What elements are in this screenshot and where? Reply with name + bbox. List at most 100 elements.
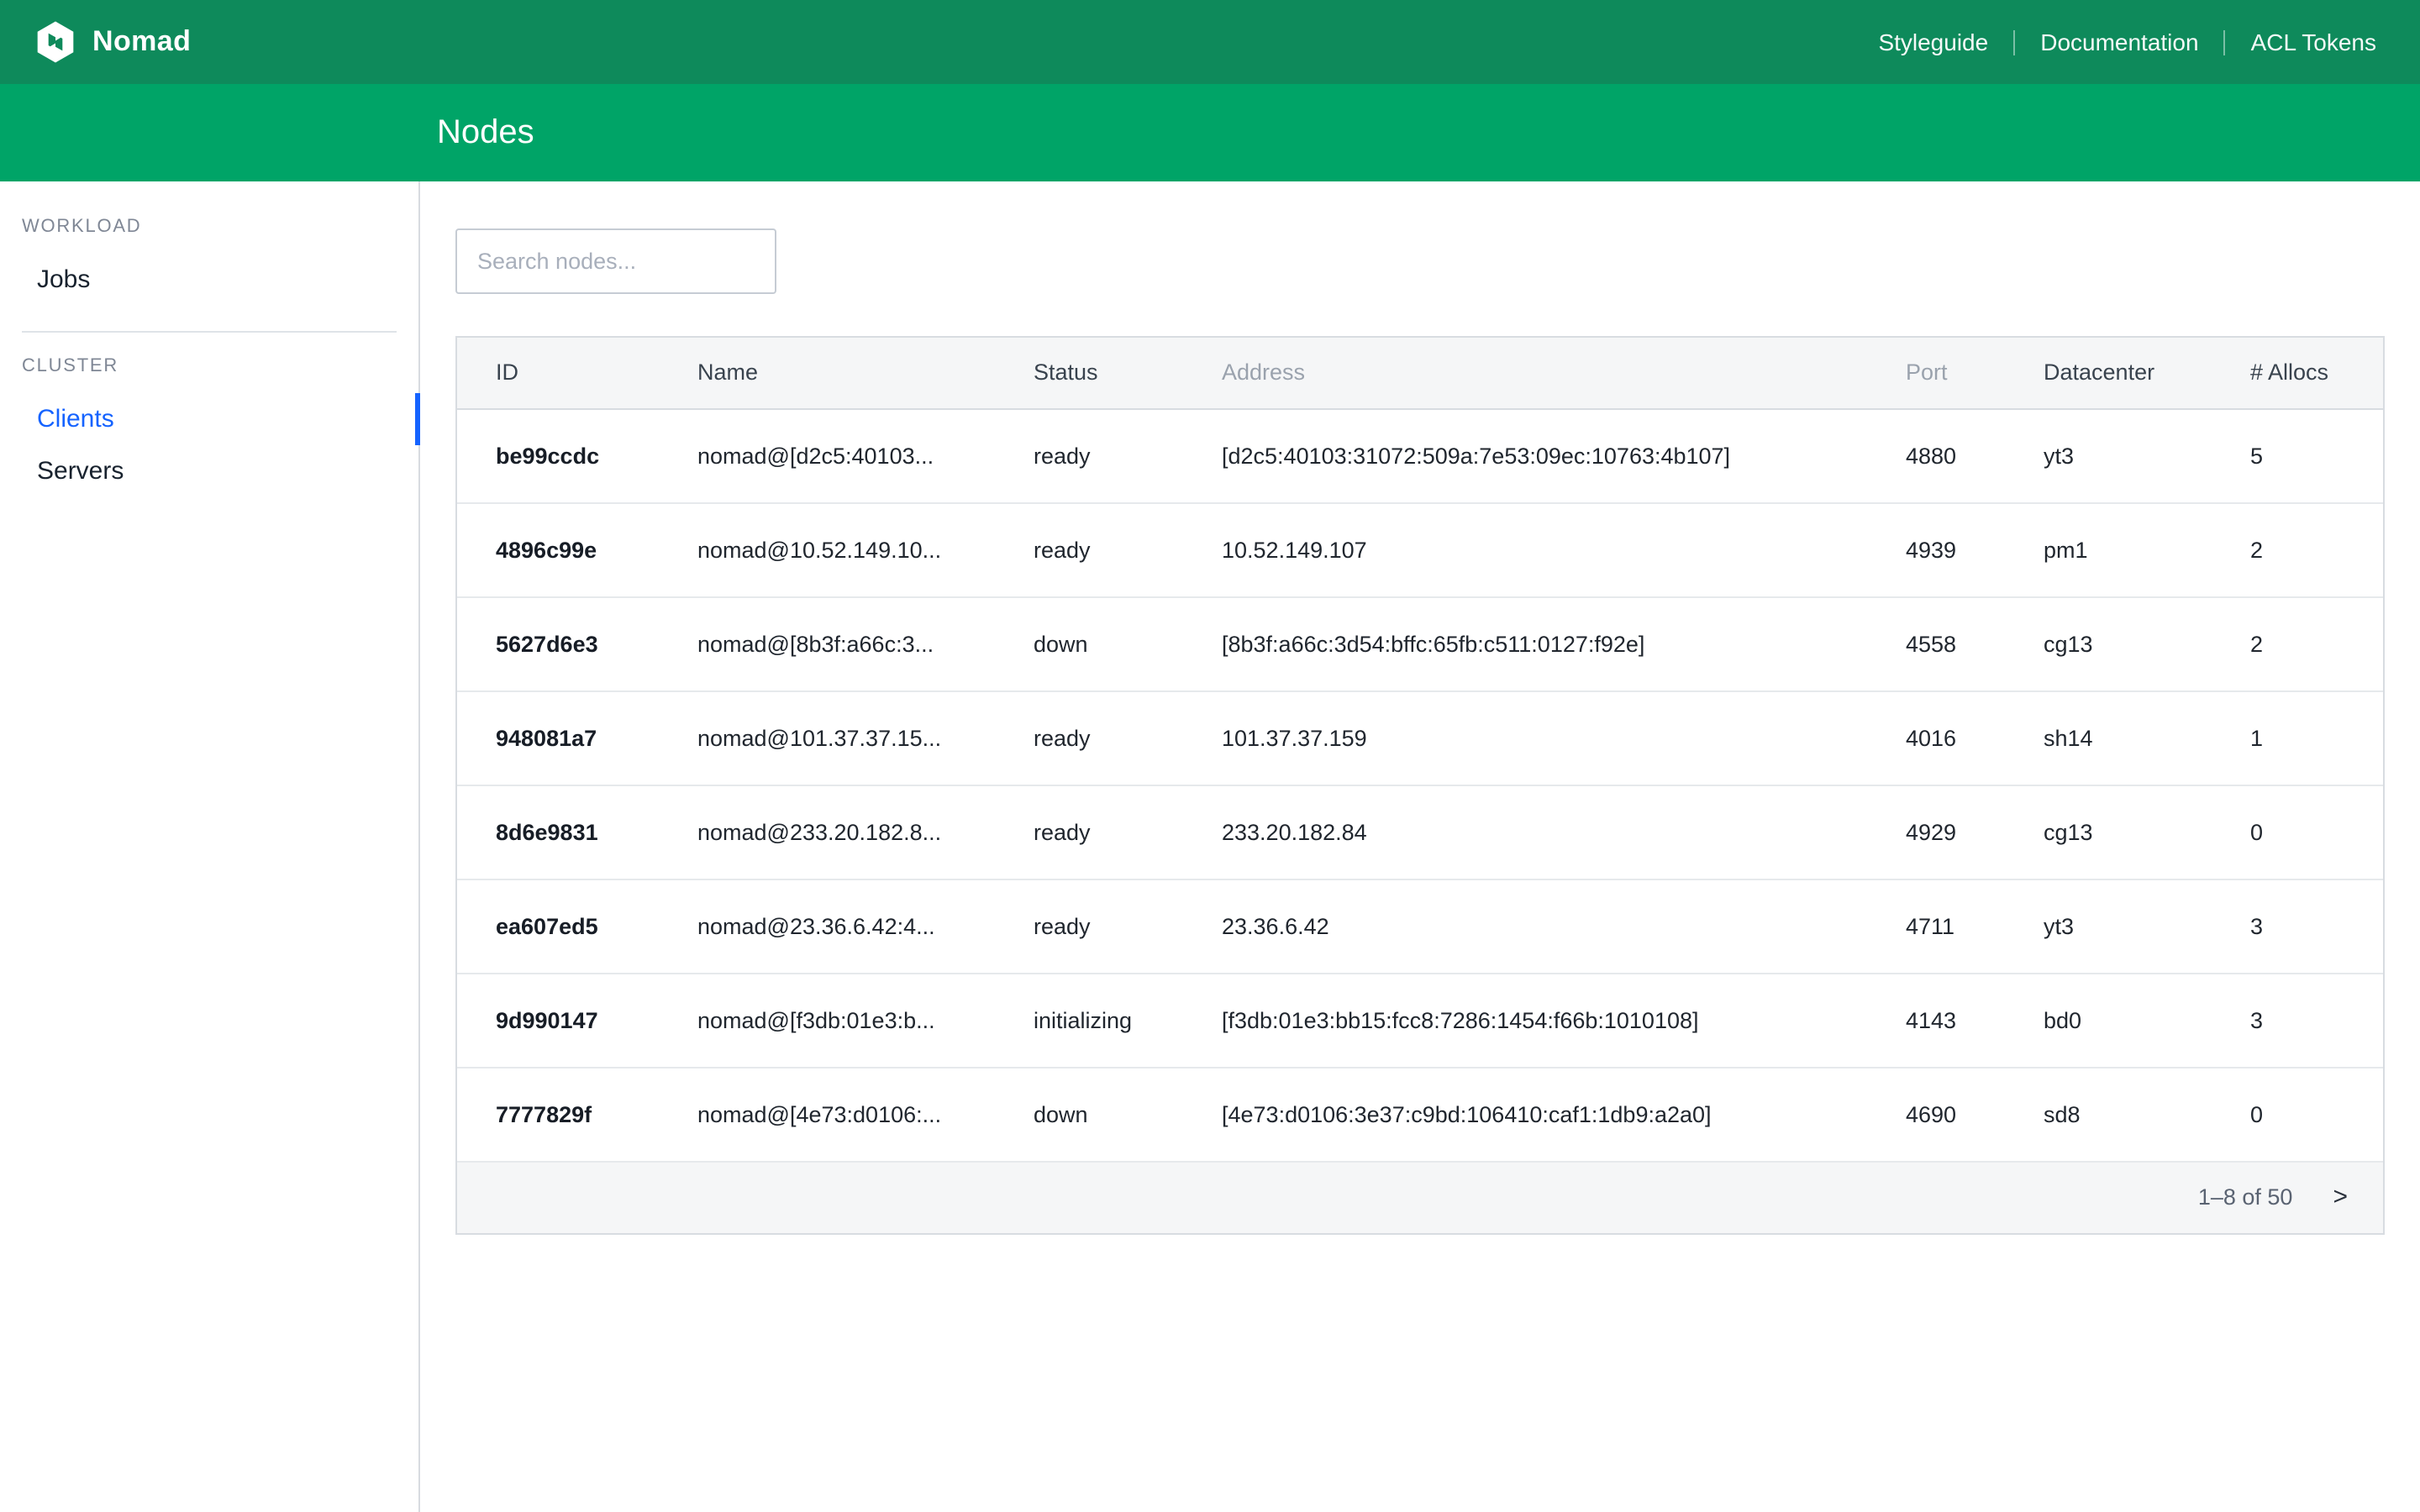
topnav-acl-tokens-link[interactable]: ACL Tokens xyxy=(2251,29,2376,55)
cell-name: nomad@[d2c5:40103... xyxy=(659,408,995,502)
cell-address: [f3db:01e3:bb15:fcc8:7286:1454:f66b:1010… xyxy=(1183,973,1867,1067)
table-header-row: ID Name Status Address Port Datacenter #… xyxy=(457,338,2383,408)
column-header-datacenter[interactable]: Datacenter xyxy=(2005,338,2212,408)
cell-id: 9d990147 xyxy=(457,973,659,1067)
cell-status: initializing xyxy=(995,973,1183,1067)
table-row[interactable]: 7777829f nomad@[4e73:d0106:... down [4e7… xyxy=(457,1067,2383,1161)
cell-id: 948081a7 xyxy=(457,690,659,785)
cell-allocs: 0 xyxy=(2212,785,2383,879)
cell-datacenter: cg13 xyxy=(2005,596,2212,690)
page-header: Nodes xyxy=(0,84,2420,181)
column-header-port: Port xyxy=(1867,338,2005,408)
top-navigation: Styleguide Documentation ACL Tokens xyxy=(1878,29,2376,55)
cell-address: [8b3f:a66c:3d54:bffc:65fb:c511:0127:f92e… xyxy=(1183,596,1867,690)
column-header-address: Address xyxy=(1183,338,1867,408)
cell-status: ready xyxy=(995,879,1183,973)
pagination-bar: 1–8 of 50 > xyxy=(457,1162,2383,1232)
cell-name: nomad@23.36.6.42:4... xyxy=(659,879,995,973)
cell-id: ea607ed5 xyxy=(457,879,659,973)
cell-address: 10.52.149.107 xyxy=(1183,502,1867,596)
sidebar-item-servers[interactable]: Servers xyxy=(0,445,418,497)
cell-datacenter: sh14 xyxy=(2005,690,2212,785)
brand-name: Nomad xyxy=(92,25,191,59)
cell-port: 4690 xyxy=(1867,1067,2005,1161)
cell-name: nomad@10.52.149.10... xyxy=(659,502,995,596)
cell-status: down xyxy=(995,596,1183,690)
table-row[interactable]: 948081a7 nomad@101.37.37.15... ready 101… xyxy=(457,690,2383,785)
nodes-table-container: ID Name Status Address Port Datacenter #… xyxy=(455,336,2385,1234)
cell-id: 4896c99e xyxy=(457,502,659,596)
table-row[interactable]: be99ccdc nomad@[d2c5:40103... ready [d2c… xyxy=(457,408,2383,502)
column-header-id[interactable]: ID xyxy=(457,338,659,408)
cell-port: 4016 xyxy=(1867,690,2005,785)
cell-datacenter: bd0 xyxy=(2005,973,2212,1067)
topnav-divider xyxy=(2224,29,2226,55)
topbar: Nomad Styleguide Documentation ACL Token… xyxy=(0,0,2420,84)
cell-port: 4558 xyxy=(1867,596,2005,690)
topnav-styleguide-link[interactable]: Styleguide xyxy=(1878,29,1988,55)
cell-name: nomad@233.20.182.8... xyxy=(659,785,995,879)
cell-address: 233.20.182.84 xyxy=(1183,785,1867,879)
page-title: Nodes xyxy=(437,113,534,152)
cell-name: nomad@101.37.37.15... xyxy=(659,690,995,785)
cell-datacenter: sd8 xyxy=(2005,1067,2212,1161)
cell-status: ready xyxy=(995,785,1183,879)
topnav-documentation-link[interactable]: Documentation xyxy=(2040,29,2198,55)
column-header-status[interactable]: Status xyxy=(995,338,1183,408)
cell-allocs: 3 xyxy=(2212,973,2383,1067)
cell-id: 5627d6e3 xyxy=(457,596,659,690)
search-input[interactable] xyxy=(455,228,776,294)
topnav-divider xyxy=(2013,29,2015,55)
sidebar-item-jobs[interactable]: Jobs xyxy=(0,254,418,306)
cell-status: ready xyxy=(995,502,1183,596)
cell-status: ready xyxy=(995,690,1183,785)
cell-allocs: 1 xyxy=(2212,690,2383,785)
cell-port: 4711 xyxy=(1867,879,2005,973)
column-header-name[interactable]: Name xyxy=(659,338,995,408)
cell-status: down xyxy=(995,1067,1183,1161)
cell-port: 4929 xyxy=(1867,785,2005,879)
table-row[interactable]: 5627d6e3 nomad@[8b3f:a66c:3... down [8b3… xyxy=(457,596,2383,690)
sidebar: WORKLOAD Jobs CLUSTER Clients Servers xyxy=(0,181,420,1512)
cell-port: 4939 xyxy=(1867,502,2005,596)
cell-datacenter: yt3 xyxy=(2005,879,2212,973)
column-header-allocs[interactable]: # Allocs xyxy=(2212,338,2383,408)
cell-id: be99ccdc xyxy=(457,408,659,502)
cell-datacenter: yt3 xyxy=(2005,408,2212,502)
sidebar-section-workload-label: WORKLOAD xyxy=(0,217,418,237)
cell-allocs: 2 xyxy=(2212,502,2383,596)
cell-port: 4143 xyxy=(1867,973,2005,1067)
table-row[interactable]: 8d6e9831 nomad@233.20.182.8... ready 233… xyxy=(457,785,2383,879)
pagination-range: 1–8 of 50 xyxy=(2198,1184,2293,1210)
cell-id: 7777829f xyxy=(457,1067,659,1161)
cell-id: 8d6e9831 xyxy=(457,785,659,879)
cell-name: nomad@[8b3f:a66c:3... xyxy=(659,596,995,690)
cell-address: [4e73:d0106:3e37:c9bd:106410:caf1:1db9:a… xyxy=(1183,1067,1867,1161)
table-row[interactable]: 9d990147 nomad@[f3db:01e3:b... initializ… xyxy=(457,973,2383,1067)
cell-allocs: 3 xyxy=(2212,879,2383,973)
nomad-app: Nomad Styleguide Documentation ACL Token… xyxy=(0,0,2420,1512)
table-row[interactable]: 4896c99e nomad@10.52.149.10... ready 10.… xyxy=(457,502,2383,596)
cell-address: [d2c5:40103:31072:509a:7e53:09ec:10763:4… xyxy=(1183,408,1867,502)
cell-datacenter: cg13 xyxy=(2005,785,2212,879)
cell-allocs: 5 xyxy=(2212,408,2383,502)
cell-status: ready xyxy=(995,408,1183,502)
sidebar-workload-menu: Jobs xyxy=(0,254,418,306)
cell-allocs: 0 xyxy=(2212,1067,2383,1161)
brand-home-link[interactable]: Nomad xyxy=(34,20,191,64)
table-row[interactable]: ea607ed5 nomad@23.36.6.42:4... ready 23.… xyxy=(457,879,2383,973)
cell-address: 101.37.37.159 xyxy=(1183,690,1867,785)
cell-allocs: 2 xyxy=(2212,596,2383,690)
sidebar-item-clients[interactable]: Clients xyxy=(0,393,418,445)
cell-name: nomad@[4e73:d0106:... xyxy=(659,1067,995,1161)
main-content: ID Name Status Address Port Datacenter #… xyxy=(420,181,2420,1512)
cell-datacenter: pm1 xyxy=(2005,502,2212,596)
sidebar-section-cluster-label: CLUSTER xyxy=(0,356,418,376)
sidebar-cluster-menu: Clients Servers xyxy=(0,393,418,497)
nodes-table: ID Name Status Address Port Datacenter #… xyxy=(457,338,2383,1162)
cell-address: 23.36.6.42 xyxy=(1183,879,1867,973)
nomad-logo-icon xyxy=(34,20,77,64)
next-page-button[interactable]: > xyxy=(2323,1181,2358,1213)
cell-name: nomad@[f3db:01e3:b... xyxy=(659,973,995,1067)
sidebar-divider xyxy=(22,331,397,333)
